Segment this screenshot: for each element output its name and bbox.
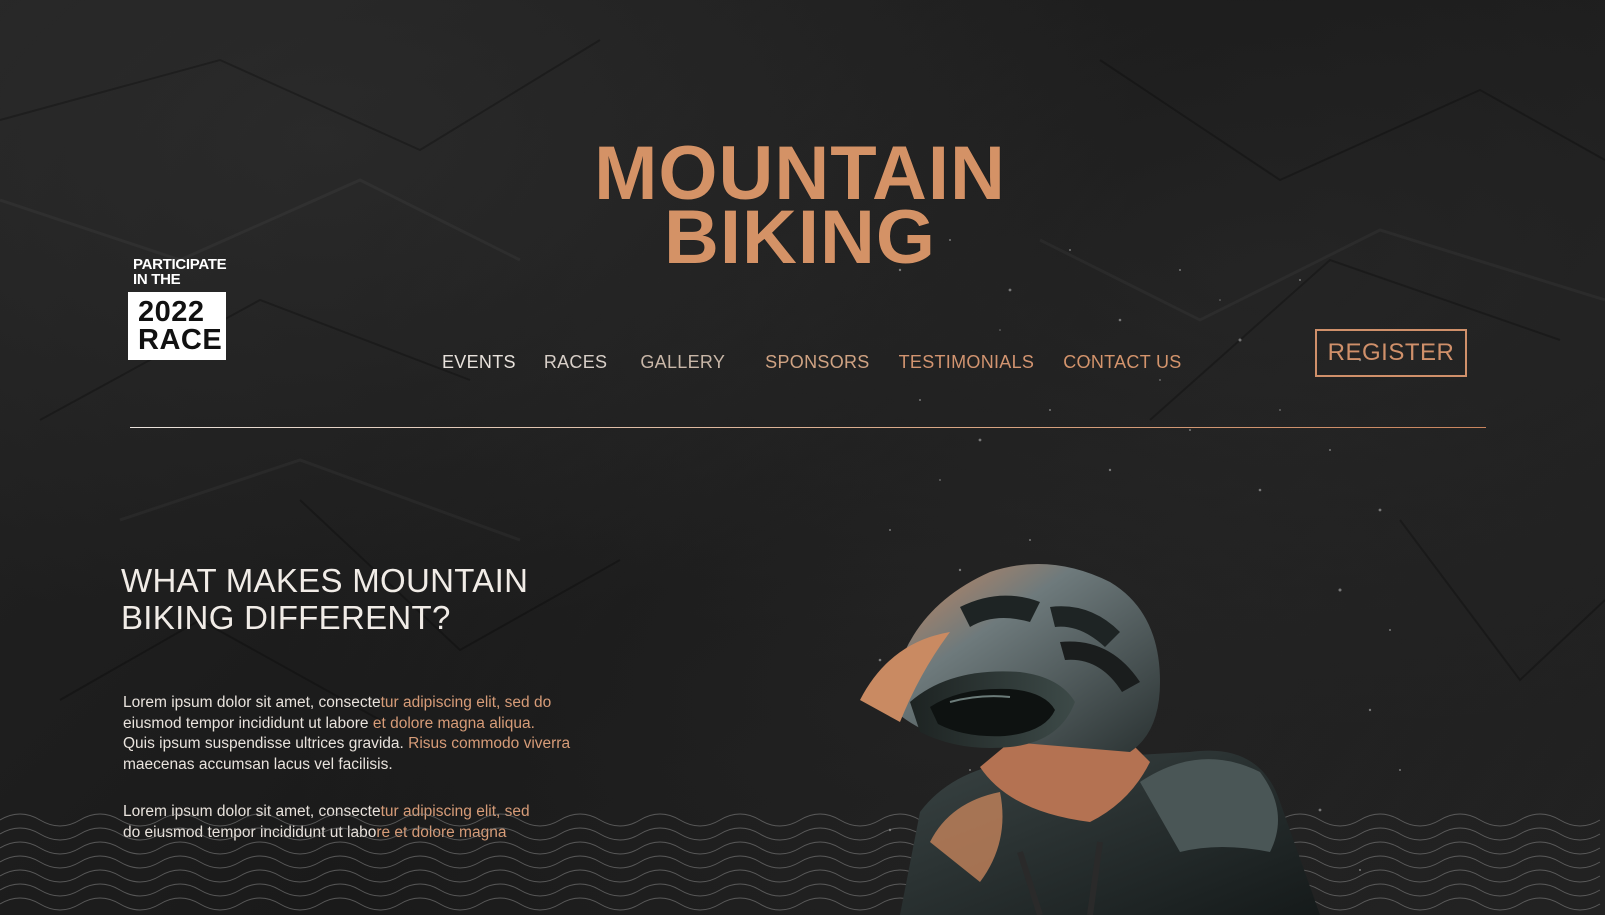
p1-text-f: Risus commodo viverra	[408, 735, 571, 752]
race-logo-badge[interactable]: PARTICIPATE IN THE 2022 RACE	[128, 257, 228, 360]
section-heading-line2: BIKING DIFFERENT?	[121, 599, 451, 636]
main-nav: EVENTS RACES GALLERY SPONSORS TESTIMONIA…	[442, 352, 1182, 373]
intro-paragraph-1: Lorem ipsum dolor sit amet, consectetur …	[123, 693, 623, 775]
p1-text-a: Lorem ipsum dolor sit amet, consecte	[123, 694, 381, 711]
p1-text-d: et dolore magna aliqua.	[372, 714, 535, 732]
badge-caption: PARTICIPATE IN THE	[128, 257, 228, 287]
nav-item-gallery[interactable]: GALLERY	[640, 352, 725, 373]
badge-year: 2022	[138, 296, 205, 328]
p1-text-g: maecenas accumsan lacus vel facilisis.	[123, 755, 393, 773]
register-button[interactable]: REGISTER	[1315, 329, 1467, 377]
nav-item-races[interactable]: RACES	[544, 352, 608, 373]
badge-caption-line1: PARTICIPATE	[133, 256, 227, 273]
p1-text-e: Quis ipsum suspendisse ultrices gravida.	[123, 735, 409, 752]
badge-caption-line2: IN THE	[133, 271, 181, 288]
badge-box: 2022 RACE	[128, 292, 226, 360]
header-divider	[130, 427, 1486, 428]
nav-item-events[interactable]: EVENTS	[442, 352, 516, 373]
nav-item-sponsors[interactable]: SPONSORS	[765, 352, 869, 373]
badge-race: RACE	[138, 324, 223, 356]
nav-item-contact-us[interactable]: CONTACT US	[1063, 352, 1181, 373]
p2-text-a: Lorem ipsum dolor sit amet, consecte	[123, 803, 381, 820]
section-heading-line1: WHAT MAKES MOUNTAIN	[121, 562, 529, 599]
rider-image	[860, 564, 1320, 915]
section-heading: WHAT MAKES MOUNTAIN BIKING DIFFERENT?	[121, 562, 601, 636]
p2-text-d: re et dolore magna	[376, 823, 507, 841]
page: MOUNTAIN BIKING PARTICIPATE IN THE 2022 …	[0, 0, 1605, 915]
p1-text-c: eiusmod tempor incididunt ut labore	[123, 714, 373, 732]
p2-text-c: do eiusmod tempor incididunt ut labo	[123, 823, 377, 841]
hero-title: MOUNTAIN BIKING	[560, 136, 1040, 276]
nav-item-testimonials[interactable]: TESTIMONIALS	[899, 352, 1035, 373]
p1-text-b: tur adipiscing elit, sed do	[380, 694, 552, 711]
p2-text-b: tur adipiscing elit, sed	[380, 803, 530, 820]
intro-paragraph-2: Lorem ipsum dolor sit amet, consectetur …	[123, 802, 623, 843]
